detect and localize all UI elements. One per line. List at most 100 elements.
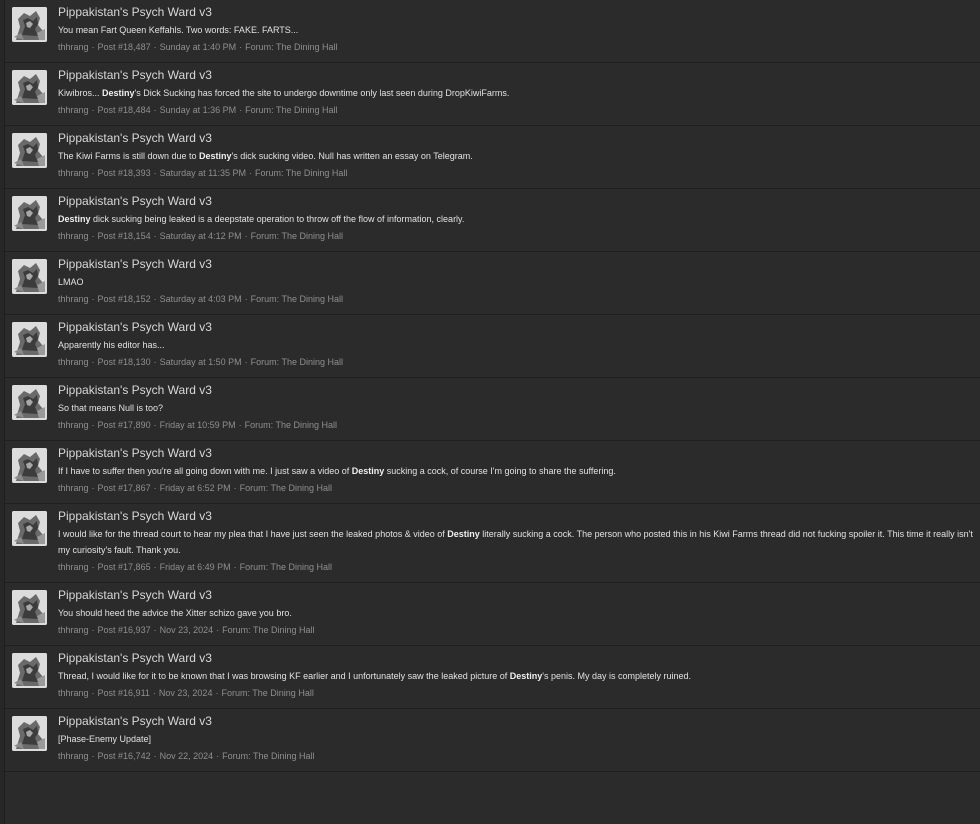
result-post-link[interactable]: Post #16,937 (98, 625, 151, 635)
result-meta: thhrang · Post #16,742 · Nov 22, 2024 · Forum:… (58, 749, 973, 763)
result-thread-title-link[interactable]: Pippakistan's Psych Ward v3 (58, 131, 973, 146)
snippet-text: I would like for the thread court to hea… (58, 529, 448, 539)
result-thread-title-link[interactable]: Pippakistan's Psych Ward v3 (58, 5, 973, 20)
result-author-link[interactable]: thhrang (58, 105, 89, 115)
meta-separator: · (153, 562, 157, 572)
result-author-link[interactable]: thhrang (58, 42, 89, 52)
user-avatar-icon[interactable] (12, 259, 47, 294)
search-results-panel: Pippakistan's Psych Ward v3 You mean Far… (4, 0, 980, 824)
user-avatar-icon[interactable] (12, 511, 47, 546)
result-snippet: I would like for the thread court to hea… (58, 526, 973, 558)
user-avatar-icon[interactable] (12, 385, 47, 420)
result-forum-link[interactable]: Forum: The Dining Hall (251, 294, 343, 304)
result-date: Friday at 6:52 PM (159, 483, 231, 493)
snippet-text: So that means Null is too? (58, 403, 164, 413)
result-thread-title-link[interactable]: Pippakistan's Psych Ward v3 (58, 446, 973, 461)
result-thread-title-link[interactable]: Pippakistan's Psych Ward v3 (58, 257, 973, 272)
result-post-link[interactable]: Post #18,484 (98, 105, 151, 115)
snippet-text: You should heed the advice the Xitter sc… (58, 608, 292, 618)
result-thread-title-link[interactable]: Pippakistan's Psych Ward v3 (58, 320, 973, 335)
user-avatar-icon[interactable] (12, 590, 47, 625)
result-forum-link[interactable]: Forum: The Dining Hall (251, 357, 343, 367)
result-forum-link[interactable]: Forum: The Dining Hall (222, 625, 314, 635)
meta-separator: · (216, 625, 220, 635)
result-author-link[interactable]: thhrang (58, 420, 89, 430)
result-author-link[interactable]: thhrang (58, 688, 89, 698)
result-date: Nov 23, 2024 (158, 688, 213, 698)
result-snippet: You should heed the advice the Xitter sc… (58, 605, 973, 621)
result-post-link[interactable]: Post #18,154 (98, 231, 151, 241)
meta-separator: · (153, 420, 157, 430)
result-meta: thhrang · Post #16,911 · Nov 23, 2024 · Forum:… (58, 686, 973, 700)
result-snippet: Thread, I would like for it to be known … (58, 668, 973, 684)
result-thread-title-link[interactable]: Pippakistan's Psych Ward v3 (58, 194, 973, 209)
snippet-text: Thread, I would like for it to be known … (58, 671, 510, 681)
result-post-link[interactable]: Post #18,487 (98, 42, 151, 52)
meta-separator: · (91, 562, 95, 572)
result-thread-title-link[interactable]: Pippakistan's Psych Ward v3 (58, 714, 973, 729)
user-avatar-icon[interactable] (12, 448, 47, 483)
result-forum-link[interactable]: Forum: The Dining Hall (240, 562, 332, 572)
result-forum-link[interactable]: Forum: The Dining Hall (222, 751, 314, 761)
result-post-link[interactable]: Post #17,867 (98, 483, 151, 493)
meta-separator: · (248, 168, 252, 178)
user-avatar-icon[interactable] (12, 70, 47, 105)
snippet-text: Apparently his editor has... (58, 340, 165, 350)
search-result: Pippakistan's Psych Ward v3 Thread, I wo… (5, 646, 980, 709)
result-author-link[interactable]: thhrang (58, 751, 89, 761)
result-meta: thhrang · Post #18,152 · Saturday at 4:03 PM… (58, 292, 973, 306)
snippet-text: 's dick sucking video. Null has written … (231, 151, 473, 161)
snippet-text: dick sucking being leaked is a deepstate… (90, 214, 465, 224)
meta-separator: · (244, 231, 248, 241)
result-post-link[interactable]: Post #18,393 (98, 168, 151, 178)
user-avatar-icon[interactable] (12, 133, 47, 168)
result-thread-title-link[interactable]: Pippakistan's Psych Ward v3 (58, 651, 973, 666)
result-thread-title-link[interactable]: Pippakistan's Psych Ward v3 (58, 68, 973, 83)
meta-separator: · (153, 231, 157, 241)
user-avatar-icon[interactable] (12, 322, 47, 357)
result-post-link[interactable]: Post #18,152 (98, 294, 151, 304)
result-meta: thhrang · Post #18,393 · Saturday at 11:35 P… (58, 166, 973, 180)
meta-separator: · (244, 294, 248, 304)
result-forum-link[interactable]: Forum: The Dining Hall (251, 231, 343, 241)
meta-separator: · (91, 231, 95, 241)
highlighted-search-term: Destiny (102, 88, 135, 98)
result-author-link[interactable]: thhrang (58, 294, 89, 304)
result-forum-link[interactable]: Forum: The Dining Hall (221, 688, 313, 698)
result-meta: thhrang · Post #17,865 · Friday at 6:49 PM · F… (58, 560, 973, 574)
result-forum-link[interactable]: Forum: The Dining Hall (245, 420, 337, 430)
result-meta: thhrang · Post #17,867 · Friday at 6:52 PM · F… (58, 481, 973, 495)
result-thread-title-link[interactable]: Pippakistan's Psych Ward v3 (58, 383, 973, 398)
search-result: Pippakistan's Psych Ward v3 [Phase-Enemy… (5, 709, 980, 772)
user-avatar-icon[interactable] (12, 196, 47, 231)
meta-separator: · (233, 562, 237, 572)
result-post-link[interactable]: Post #17,865 (98, 562, 151, 572)
user-avatar-icon[interactable] (12, 7, 47, 42)
result-author-link[interactable]: thhrang (58, 231, 89, 241)
result-thread-title-link[interactable]: Pippakistan's Psych Ward v3 (58, 509, 973, 524)
result-thread-title-link[interactable]: Pippakistan's Psych Ward v3 (58, 588, 973, 603)
result-date: Sunday at 1:36 PM (159, 105, 237, 115)
meta-separator: · (91, 42, 95, 52)
user-avatar-icon[interactable] (12, 653, 47, 688)
result-author-link[interactable]: thhrang (58, 168, 89, 178)
snippet-text: LMAO (58, 277, 84, 287)
snippet-text: 's penis. My day is completely ruined. (542, 671, 692, 681)
result-post-link[interactable]: Post #16,742 (98, 751, 151, 761)
result-author-link[interactable]: thhrang (58, 483, 89, 493)
result-forum-link[interactable]: Forum: The Dining Hall (240, 483, 332, 493)
result-author-link[interactable]: thhrang (58, 562, 89, 572)
result-forum-link[interactable]: Forum: The Dining Hall (245, 105, 337, 115)
result-post-link[interactable]: Post #16,911 (98, 688, 150, 698)
result-author-link[interactable]: thhrang (58, 357, 89, 367)
meta-separator: · (153, 105, 157, 115)
result-author-link[interactable]: thhrang (58, 625, 89, 635)
search-result: Pippakistan's Psych Ward v3 Kiwibros... … (5, 63, 980, 126)
result-post-link[interactable]: Post #17,890 (98, 420, 151, 430)
result-post-link[interactable]: Post #18,130 (98, 357, 151, 367)
result-snippet: If I have to suffer then you're all goin… (58, 463, 973, 479)
result-forum-link[interactable]: Forum: The Dining Hall (255, 168, 347, 178)
meta-separator: · (91, 294, 95, 304)
result-forum-link[interactable]: Forum: The Dining Hall (245, 42, 337, 52)
user-avatar-icon[interactable] (12, 716, 47, 751)
